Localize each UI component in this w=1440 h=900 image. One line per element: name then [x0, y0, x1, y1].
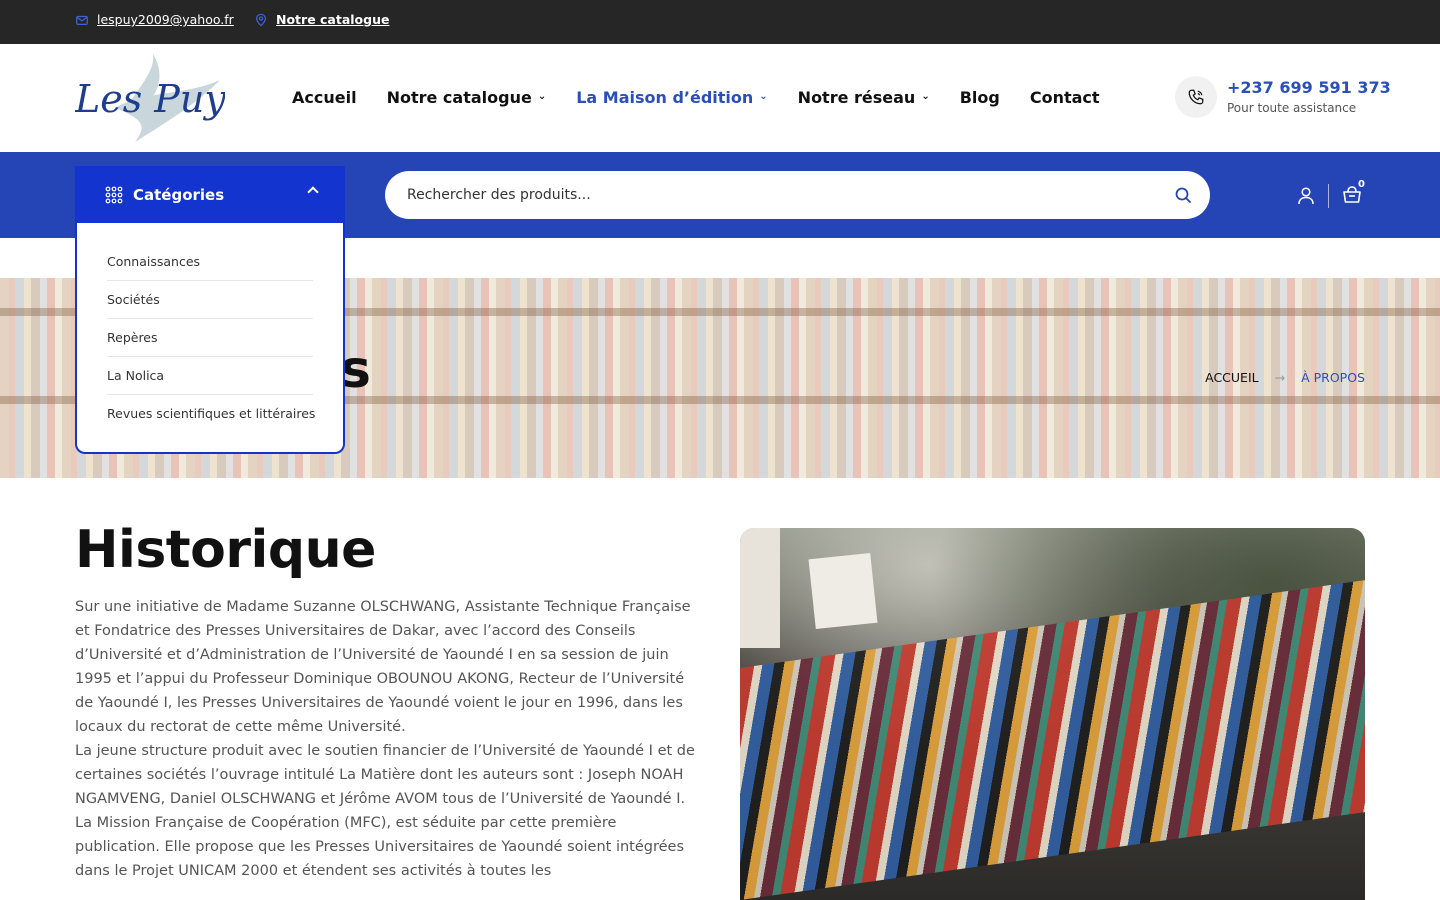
main-header: Les Puy Accueil Notre catalogue ⌄ La Mais…: [0, 44, 1440, 152]
divider: [1328, 184, 1329, 208]
search-bar: [385, 171, 1210, 219]
user-icon[interactable]: [1296, 186, 1316, 206]
categories-dropdown: Connaissances Sociétés Repères La Nolica…: [75, 223, 345, 454]
phone-number[interactable]: +237 699 591 373: [1227, 78, 1391, 98]
paragraph: Sur une initiative de Madame Suzanne OLS…: [75, 599, 691, 735]
nav-maison-edition[interactable]: La Maison d’édition ⌄: [576, 88, 767, 107]
category-item[interactable]: Repères: [107, 319, 313, 357]
nav-blog[interactable]: Blog: [960, 88, 1000, 107]
location-pin-icon: [256, 13, 266, 27]
phone-caption: Pour toute assistance: [1227, 101, 1357, 115]
breadcrumb-current: À PROPOS: [1301, 370, 1365, 385]
chevron-up-icon: [307, 186, 319, 198]
grid-dots-icon: [105, 186, 123, 204]
breadcrumb-home-link[interactable]: ACCUEIL: [1205, 370, 1259, 385]
cart-count-badge: 0: [1358, 179, 1365, 190]
nav-catalogue[interactable]: Notre catalogue ⌄: [387, 88, 547, 107]
category-item[interactable]: Sociétés: [107, 281, 313, 319]
catalogue-text: Notre catalogue: [276, 12, 390, 27]
photo-sign: [740, 528, 780, 648]
section-heading: Historique: [75, 520, 376, 580]
phone-icon: [1175, 76, 1217, 118]
swallow-logo-icon: Les Puy: [74, 54, 226, 142]
catalogue-link[interactable]: Notre catalogue: [254, 12, 389, 27]
categories-toggle-button[interactable]: Catégories: [75, 166, 345, 224]
categories-label: Catégories: [133, 186, 225, 204]
nav-reseau[interactable]: Notre réseau ⌄: [798, 88, 930, 107]
nav-contact[interactable]: Contact: [1030, 88, 1100, 107]
nav-label: Notre réseau: [797, 88, 916, 107]
nav-label: Contact: [1029, 88, 1100, 107]
main-nav: Accueil Notre catalogue ⌄ La Maison d’édi…: [292, 88, 1130, 107]
search-input[interactable]: [407, 187, 1147, 203]
category-item[interactable]: La Nolica: [107, 357, 313, 395]
email-link[interactable]: lespuy2009@yahoo.fr: [75, 12, 234, 27]
chevron-down-icon: ⌄: [537, 91, 547, 102]
search-icon[interactable]: [1174, 186, 1192, 204]
nav-accueil[interactable]: Accueil: [292, 88, 357, 107]
logo-text: Les Puy: [75, 77, 225, 121]
category-item[interactable]: Connaissances: [107, 243, 313, 281]
top-bar: lespuy2009@yahoo.fr Notre catalogue: [0, 0, 1440, 44]
nav-label: Notre catalogue: [386, 88, 532, 107]
history-text: Sur une initiative de Madame Suzanne OLS…: [75, 595, 705, 883]
chevron-down-icon: ⌄: [921, 91, 930, 102]
paragraph: La jeune structure produit avec le souti…: [75, 743, 695, 807]
mail-icon: [76, 15, 88, 25]
category-item[interactable]: Revues scientifiques et littéraires: [107, 395, 315, 433]
nav-label: Accueil: [292, 88, 357, 107]
site-logo[interactable]: Les Puy: [74, 50, 226, 146]
arrow-right-icon: →: [1274, 370, 1286, 385]
nav-label: Blog: [959, 88, 1000, 107]
photo-sign: [808, 552, 878, 630]
paragraph: La Mission Française de Coopération (MFC…: [75, 815, 685, 879]
photo-books: [740, 580, 1365, 900]
nav-label: La Maison d’édition: [576, 88, 754, 107]
breadcrumb: ACCUEIL → À PROPOS: [1205, 370, 1365, 385]
email-text: lespuy2009@yahoo.fr: [97, 12, 234, 27]
chevron-down-icon: ⌄: [759, 91, 768, 102]
books-photo: [740, 528, 1365, 900]
phone-contact[interactable]: +237 699 591 373 Pour toute assistance: [1175, 76, 1391, 118]
